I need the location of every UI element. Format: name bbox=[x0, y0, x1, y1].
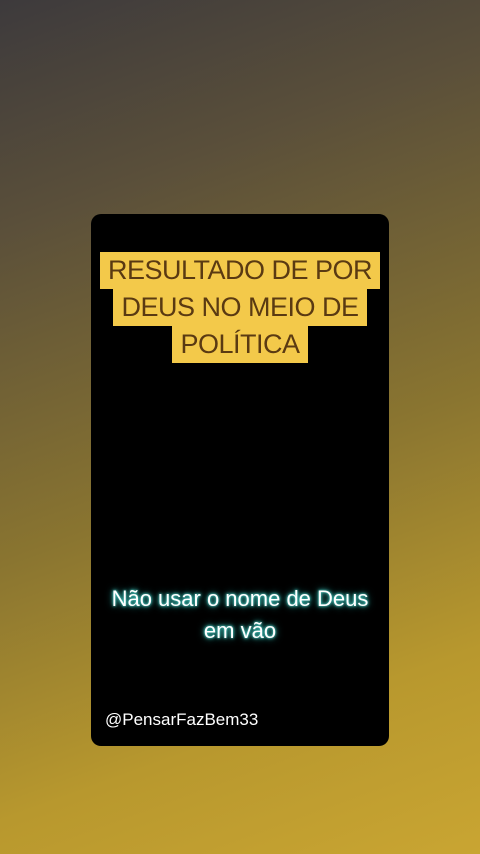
caption-line-2: em vão bbox=[203, 618, 277, 643]
video-card[interactable]: RESULTADO DE POR DEUS NO MEIO DE POLÍTIC… bbox=[91, 214, 389, 746]
title-line-3: POLÍTICA bbox=[172, 326, 308, 363]
watermark-handle: @PensarFazBem33 bbox=[105, 710, 259, 729]
video-caption: Não usar o nome de Deus em vão bbox=[91, 583, 389, 647]
video-title: RESULTADO DE POR DEUS NO MEIO DE POLÍTIC… bbox=[91, 252, 389, 363]
title-line-1: RESULTADO DE POR bbox=[99, 252, 381, 289]
title-line-2: DEUS NO MEIO DE bbox=[113, 289, 367, 326]
caption-line-1: Não usar o nome de Deus bbox=[111, 586, 369, 611]
